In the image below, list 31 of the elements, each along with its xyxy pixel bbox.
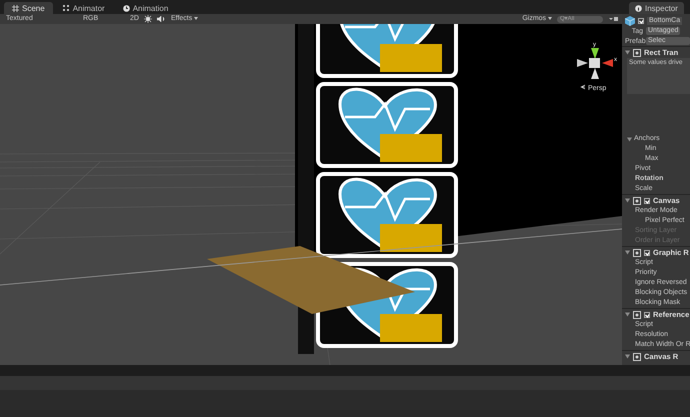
component-icon (633, 248, 641, 256)
orientation-gizmo[interactable] (577, 48, 613, 79)
clock-icon (122, 4, 130, 12)
enabled-checkbox[interactable] (644, 250, 650, 256)
caret-icon (194, 17, 198, 20)
foldout-arrow-icon[interactable] (625, 50, 630, 55)
editor-tab[interactable]: Animator (54, 2, 113, 14)
foldout-arrow-icon[interactable] (625, 198, 630, 203)
foldout-arrow-icon[interactable] (625, 354, 630, 359)
component-icon (633, 48, 641, 56)
active-checkbox[interactable] (638, 18, 644, 24)
enabled-checkbox[interactable] (644, 312, 650, 318)
foldout-arrow-icon[interactable] (625, 312, 630, 317)
foldout-arrow-icon[interactable] (625, 250, 630, 255)
menu-icon[interactable] (608, 15, 618, 23)
info-icon (635, 4, 642, 12)
caret-icon (548, 17, 552, 20)
cube-icon (625, 16, 635, 26)
nodes-icon (62, 4, 70, 12)
component-icon (633, 310, 641, 318)
component-icon (633, 352, 641, 360)
editor-tab[interactable]: Scene (4, 2, 53, 14)
perspective-icon (580, 84, 586, 90)
component-icon (633, 196, 641, 204)
speaker-icon[interactable] (156, 15, 166, 23)
foldout-arrow-icon[interactable] (627, 136, 632, 142)
editor-tab[interactable]: Animation (114, 2, 176, 14)
sun-icon[interactable] (144, 15, 152, 23)
enabled-checkbox[interactable] (644, 198, 650, 204)
grid-icon (12, 4, 19, 12)
inspector-tab[interactable]: Inspector (629, 2, 684, 14)
